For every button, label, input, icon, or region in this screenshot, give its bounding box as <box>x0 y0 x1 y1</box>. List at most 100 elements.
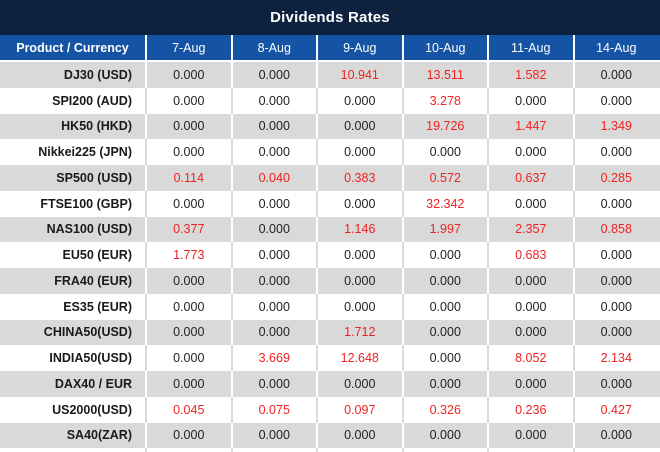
dividend-value-cell: 19.726 <box>404 113 489 140</box>
dividend-value-cell: 0.000 <box>404 345 489 371</box>
dividend-value-cell: 0.000 <box>318 190 404 217</box>
dividend-value-cell: 0.637 <box>489 165 575 191</box>
dividend-value-cell: 0.000 <box>233 190 318 217</box>
product-label: FRA40 (EUR) <box>0 268 147 294</box>
dividend-value-cell: 0.377 <box>147 216 233 243</box>
dividend-value-cell: 0.000 <box>318 422 404 449</box>
table-row: DJ30 (USD) 0.000 0.000 10.941 13.511 1.582 0.0… <box>0 62 660 88</box>
dividend-value-cell: 0.097 <box>318 396 404 423</box>
product-label: US2000(USD) <box>0 396 147 423</box>
dividend-value-cell: 0.000 <box>233 113 318 140</box>
table-row: ES35 (EUR) 0.000 0.000 0.000 0.000 0.000 0.000 <box>0 293 660 320</box>
table-row: NAS100 (USD) 0.377 0.000 1.146 1.997 2.357 0.8… <box>0 216 660 243</box>
dividend-value-cell: 0.000 <box>318 371 404 397</box>
table-row: FTSE100 (GBP) 0.000 0.000 0.000 32.342 0.000 0… <box>0 190 660 217</box>
dividend-value-cell: 1.349 <box>600 119 632 134</box>
dividend-value-cell: 0.000 <box>404 422 489 449</box>
dividend-value-cell: 0.000 <box>404 139 489 165</box>
dividend-value-cell: 0.000 <box>318 87 404 114</box>
dividend-value-cell: 0.000 <box>147 319 233 346</box>
table-row: US2000(USD) 0.045 0.075 0.097 0.326 0.236 0.42… <box>0 396 660 423</box>
dividend-value-cell: 1.582 <box>489 62 575 88</box>
table-row: DAX40 / EUR 0.000 0.000 0.000 0.000 0.000 0.00… <box>0 371 660 397</box>
dividend-value-cell: 0.858 <box>600 222 632 237</box>
column-header-product-currency: Product / Currency <box>0 35 147 60</box>
dividend-value-cell: 3.669 <box>233 345 318 371</box>
dividend-value-cell: 0.114 <box>147 165 233 191</box>
dividend-value-cell: 0.000 <box>318 139 404 165</box>
dividend-value-cell: 3.278 <box>404 87 489 114</box>
dividend-value-cell: 0.683 <box>489 242 575 268</box>
dividend-value-cell: 0.000 <box>233 268 318 294</box>
dividend-value-cell: 0.045 <box>147 396 233 423</box>
empty-cell <box>233 448 318 452</box>
dividend-value-cell: 1.773 <box>147 242 233 268</box>
dividend-value-cell: 0.000 <box>489 190 575 217</box>
table-row: FRA40 (EUR) 0.000 0.000 0.000 0.000 0.000 0.00… <box>0 268 660 294</box>
dividend-value-cell: 0.000 <box>489 371 575 397</box>
empty-cell <box>147 448 233 452</box>
dividend-value-cell: 0.000 <box>233 422 318 449</box>
dividend-value-cell: 0.000 <box>489 268 575 294</box>
dividend-value-cell: 0.000 <box>600 273 632 288</box>
product-label: INDIA50(USD) <box>0 345 147 371</box>
dividend-value-cell: 0.326 <box>404 396 489 423</box>
dividend-value-cell: 0.040 <box>233 165 318 191</box>
dividend-value-cell: 0.000 <box>233 371 318 397</box>
table-body: DJ30 (USD) 0.000 0.000 10.941 13.511 1.582 0.0… <box>0 62 660 452</box>
product-label: DJ30 (USD) <box>0 62 147 88</box>
dividend-value-cell: 2.357 <box>489 216 575 243</box>
table-row: HK50 (HKD) 0.000 0.000 0.000 19.726 1.447 1.34… <box>0 113 660 140</box>
table-row: Nikkei225 (JPN) 0.000 0.000 0.000 0.000 0.000… <box>0 139 660 165</box>
dividend-value-cell: 0.000 <box>233 293 318 320</box>
dividend-value-cell: 0.000 <box>147 422 233 449</box>
dividend-value-cell: 0.000 <box>489 293 575 320</box>
empty-cell <box>318 448 404 452</box>
dividend-value-cell: 1.447 <box>489 113 575 140</box>
empty-cell <box>575 448 660 452</box>
dividend-value-cell: 0.000 <box>318 242 404 268</box>
dividend-value-cell: 0.000 <box>233 87 318 114</box>
table-row-clipped <box>0 448 660 452</box>
dividend-value-cell: 12.648 <box>318 345 404 371</box>
dividend-value-cell: 0.000 <box>318 293 404 320</box>
dividend-value-cell: 0.000 <box>147 113 233 140</box>
dividend-value-cell: 0.000 <box>600 145 632 160</box>
product-label: SA40(ZAR) <box>0 422 147 449</box>
dividend-value-cell: 0.000 <box>233 216 318 243</box>
dividend-value-cell: 0.000 <box>600 93 632 108</box>
dividend-value-cell: 0.572 <box>404 165 489 191</box>
table-row: CHINA50(USD) 0.000 0.000 1.712 0.000 0.000 0.0… <box>0 319 660 346</box>
product-label: SPI200 (AUD) <box>0 87 147 114</box>
dividend-value-cell: 10.941 <box>318 62 404 88</box>
product-label: SP500 (USD) <box>0 165 147 191</box>
dividend-value-cell: 0.000 <box>147 190 233 217</box>
dividend-value-cell: 0.000 <box>147 371 233 397</box>
dividend-value-cell: 0.000 <box>489 319 575 346</box>
column-header-date: 10-Aug <box>404 35 489 60</box>
dividend-value-cell: 0.000 <box>600 299 632 314</box>
dividend-value-cell: 0.000 <box>489 422 575 449</box>
dividend-value-cell: 0.000 <box>147 293 233 320</box>
dividend-value-cell: 0.000 <box>147 345 233 371</box>
table-row: SA40(ZAR) 0.000 0.000 0.000 0.000 0.000 0.000 <box>0 422 660 449</box>
dividend-value-cell: 0.000 <box>233 319 318 346</box>
dividend-value-cell: 0.000 <box>404 319 489 346</box>
product-label: DAX40 / EUR <box>0 371 147 397</box>
dividend-value-cell: 0.236 <box>489 396 575 423</box>
dividend-value-cell: 0.000 <box>404 242 489 268</box>
dividend-value-cell: 0.000 <box>147 87 233 114</box>
column-header-date: 14-Aug <box>596 40 637 55</box>
product-label: EU50 (EUR) <box>0 242 147 268</box>
dividends-rates-widget: Dividends Rates Product / Currency 7-Aug… <box>0 0 660 452</box>
empty-cell <box>404 448 489 452</box>
dividend-value-cell: 0.000 <box>147 62 233 88</box>
column-header-date: 8-Aug <box>233 35 318 60</box>
product-label: HK50 (HKD) <box>0 113 147 140</box>
column-header-date: 7-Aug <box>147 35 233 60</box>
dividend-value-cell: 0.000 <box>600 67 632 82</box>
dividend-value-cell: 0.000 <box>233 62 318 88</box>
dividend-value-cell: 0.000 <box>600 325 632 340</box>
widget-title: Dividends Rates <box>270 9 390 26</box>
dividend-value-cell: 0.000 <box>600 196 632 211</box>
